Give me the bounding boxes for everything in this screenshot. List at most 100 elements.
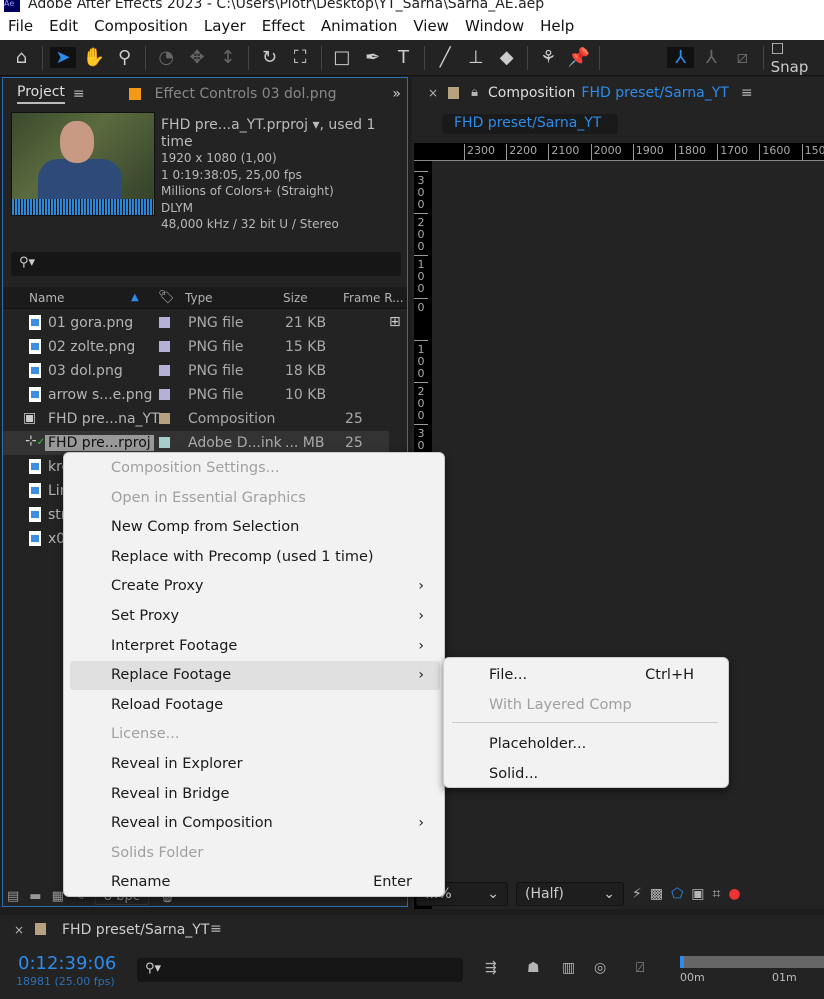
region-of-interest-icon[interactable]: ▣ xyxy=(691,886,704,902)
text-icon[interactable]: T xyxy=(390,47,417,68)
more-tabs-icon[interactable]: » xyxy=(392,86,401,102)
comp-flowchart-tab[interactable]: FHD preset/Sarna_YT xyxy=(442,114,618,134)
selection-icon[interactable]: ➤ xyxy=(49,47,77,68)
snapping-checkbox[interactable]: ☐ Snap xyxy=(771,40,824,76)
menu-item-reveal-in-composition[interactable]: Reveal in Composition › xyxy=(70,809,440,838)
label-swatch[interactable] xyxy=(159,437,170,448)
fast-previews-icon[interactable]: ⚡ xyxy=(632,886,642,902)
column-type[interactable]: Type xyxy=(185,291,213,305)
project-item[interactable]: ▣ FHD pre...na_YT Composition 25 xyxy=(3,407,389,431)
menu-item-create-proxy[interactable]: Create Proxy › xyxy=(70,572,440,601)
rectangle-icon[interactable]: □ xyxy=(329,47,356,68)
composition-tab-name[interactable]: FHD preset/Sarna_YT xyxy=(581,85,728,101)
menu-item-new-comp-from-selection[interactable]: New Comp from Selection xyxy=(70,513,440,542)
panel-menu-icon[interactable]: ≡ xyxy=(210,921,222,937)
menu-view[interactable]: View xyxy=(405,17,457,35)
panel-menu-icon[interactable]: ≡ xyxy=(73,86,85,102)
shy-layers-icon[interactable]: ☗ xyxy=(527,960,540,976)
submenu-item-placeholder[interactable]: Placeholder... xyxy=(450,730,722,759)
current-time[interactable]: 0:12:39:06 xyxy=(18,953,116,974)
column-frame-rate[interactable]: Frame R... xyxy=(343,291,404,305)
submenu-item-file[interactable]: File... Ctrl+H xyxy=(450,661,722,690)
menu-edit[interactable]: Edit xyxy=(41,17,86,35)
axis-world-icon[interactable]: ⅄ xyxy=(698,47,725,68)
sort-ascending-icon[interactable]: ▲ xyxy=(131,292,139,303)
dolly-icon[interactable]: ↕ xyxy=(214,47,241,68)
zoom-icon[interactable]: ⚲ xyxy=(111,47,138,68)
menu-item-reveal-in-bridge[interactable]: Reveal in Bridge xyxy=(70,780,440,809)
timeline-tab[interactable]: FHD preset/Sarna_YT xyxy=(62,922,209,938)
close-icon[interactable]: × xyxy=(14,923,24,937)
transparency-grid-icon[interactable]: ▩ xyxy=(650,886,663,902)
project-item[interactable]: arrow s...e.png PNG file 10 KB xyxy=(3,383,389,407)
tab-project[interactable]: Project xyxy=(17,84,65,104)
ruler-tick-label: 2200 xyxy=(506,144,537,160)
tab-effect-controls[interactable]: Effect Controls 03 dol.png xyxy=(155,86,337,102)
axis-view-icon[interactable]: ⧄ xyxy=(729,47,756,68)
composition-mini-flowchart-icon[interactable]: ⇶ xyxy=(485,960,497,976)
hand-icon[interactable]: ✋ xyxy=(80,47,107,68)
lock-icon[interactable]: 🔒︎ xyxy=(471,85,478,100)
roto-brush-icon[interactable]: ⚘ xyxy=(535,47,562,68)
project-item[interactable]: 02 zolte.png PNG file 15 KB xyxy=(3,335,389,359)
menu-item-replace-with-precomp-used-1-time[interactable]: Replace with Precomp (used 1 time) xyxy=(70,543,440,572)
menu-item-replace-footage[interactable]: Replace Footage › xyxy=(70,661,440,691)
axis-local-icon[interactable]: ⅄ xyxy=(667,47,695,68)
close-icon[interactable]: × xyxy=(428,86,438,100)
mask-visibility-icon[interactable]: ⬠ xyxy=(671,886,683,902)
usage-dropdown-icon[interactable]: ▾ xyxy=(312,117,319,133)
audio-waveform xyxy=(12,199,154,215)
pan-behind-icon[interactable]: ⛶ xyxy=(287,47,314,68)
interpret-footage-icon[interactable]: ▤ xyxy=(7,889,19,904)
panel-menu-icon[interactable]: ≡ xyxy=(741,85,753,101)
label-swatch[interactable] xyxy=(159,389,170,400)
pen-icon[interactable]: ✒ xyxy=(359,47,386,68)
menu-item-rename[interactable]: Rename Enter xyxy=(70,868,440,897)
graph-editor-icon[interactable]: ⍁ xyxy=(636,960,644,976)
eraser-icon[interactable]: ◆ xyxy=(493,47,520,68)
viewer-controls: ...%⌄ (Half)⌄ ⚡ ▩ ⬠ ▣ ⌗ ● xyxy=(412,880,824,908)
brush-icon[interactable]: ╱ xyxy=(432,47,459,68)
project-search-input[interactable]: ⚲▾ xyxy=(11,252,401,276)
menu-window[interactable]: Window xyxy=(457,17,532,35)
rotate-icon[interactable]: ↻ xyxy=(256,47,283,68)
menu-item-reveal-in-explorer[interactable]: Reveal in Explorer xyxy=(70,750,440,779)
label-swatch[interactable] xyxy=(159,317,170,328)
submenu-item-solid[interactable]: Solid... xyxy=(450,760,722,789)
pan-icon[interactable]: ✥ xyxy=(184,47,211,68)
menu-animation[interactable]: Animation xyxy=(313,17,405,35)
composition-tab-label[interactable]: Composition xyxy=(488,85,575,101)
home-icon[interactable]: ⌂ xyxy=(8,47,35,68)
menu-composition[interactable]: Composition xyxy=(86,17,196,35)
item-frame-rate: 25 xyxy=(345,435,363,451)
flowchart-icon[interactable]: ⊞ xyxy=(389,314,401,330)
menu-file[interactable]: File xyxy=(0,17,41,35)
column-name[interactable]: Name xyxy=(29,291,64,305)
orbit-icon[interactable]: ◔ xyxy=(153,47,180,68)
label-swatch[interactable] xyxy=(159,413,170,424)
label-swatch[interactable] xyxy=(159,365,170,376)
label-swatch[interactable] xyxy=(159,341,170,352)
puppet-pin-icon[interactable]: 📌 xyxy=(566,47,593,68)
channel-icon[interactable]: ● xyxy=(728,886,740,902)
menu-item-interpret-footage[interactable]: Interpret Footage › xyxy=(70,632,440,661)
menu-item-label: Reveal in Explorer xyxy=(111,756,243,772)
label-column-icon[interactable]: 🏷 xyxy=(158,290,175,305)
clone-stamp-icon[interactable]: ⊥ xyxy=(463,47,490,68)
resolution-dropdown[interactable]: (Half) ⌄ xyxy=(516,882,624,906)
menu-help[interactable]: Help xyxy=(532,17,582,35)
project-item[interactable]: 03 dol.png PNG file 18 KB xyxy=(3,359,389,383)
column-size[interactable]: Size xyxy=(283,291,308,305)
motion-blur-icon[interactable]: ◎ xyxy=(594,960,606,976)
menu-layer[interactable]: Layer xyxy=(196,17,254,35)
timeline-search-input[interactable]: ⚲▾ xyxy=(137,958,463,982)
frame-blending-icon[interactable]: ▥ xyxy=(562,960,575,976)
project-item[interactable]: 01 gora.png PNG file 21 KB xyxy=(3,311,389,335)
menu-item-reload-footage[interactable]: Reload Footage xyxy=(70,691,440,720)
work-area-bar[interactable] xyxy=(680,956,824,968)
grid-guides-icon[interactable]: ⌗ xyxy=(712,886,720,902)
ruler-tick-label: 1900 xyxy=(632,144,664,160)
new-folder-icon[interactable]: ▬ xyxy=(29,889,41,904)
menu-item-set-proxy[interactable]: Set Proxy › xyxy=(70,602,440,631)
menu-effect[interactable]: Effect xyxy=(254,17,313,35)
